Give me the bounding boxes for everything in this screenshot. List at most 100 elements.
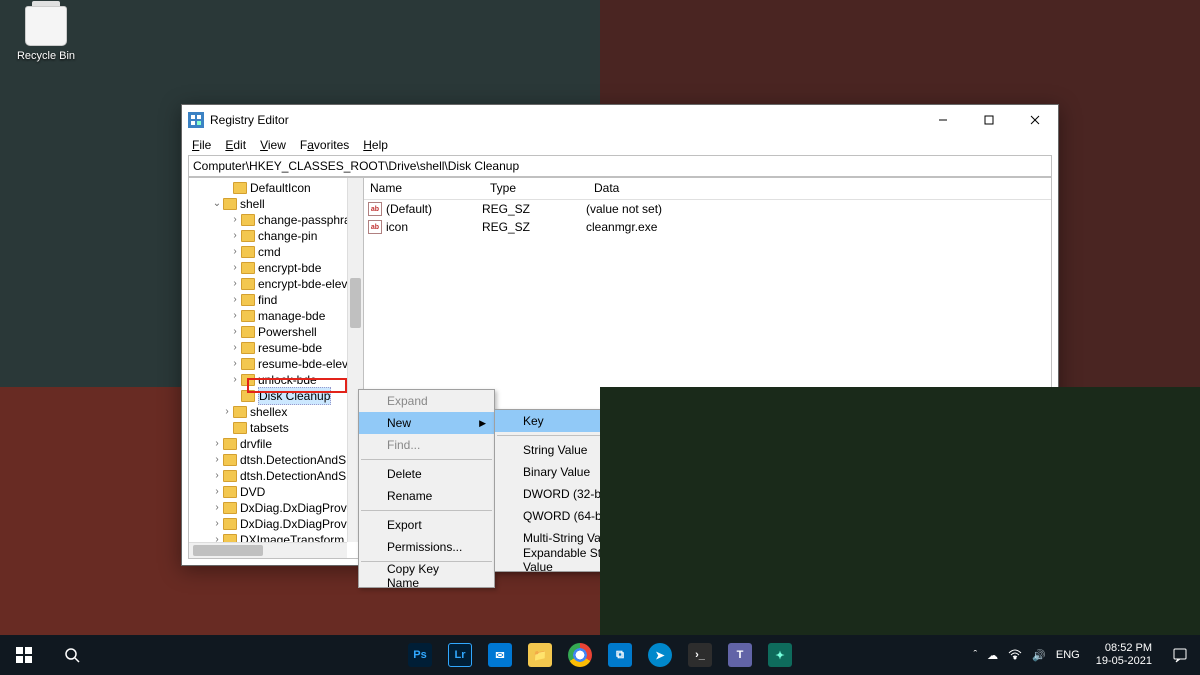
menu-item-label: Permissions... xyxy=(387,540,462,554)
tree-item[interactable]: ›DVD xyxy=(189,484,363,500)
tray-onedrive-icon[interactable]: ☁ xyxy=(987,649,998,662)
minimize-button[interactable] xyxy=(920,105,966,135)
taskbar-clock[interactable]: 08:52 PM 19-05-2021 xyxy=(1088,642,1160,668)
close-button[interactable] xyxy=(1012,105,1058,135)
expand-icon[interactable]: › xyxy=(229,356,241,372)
menu-item[interactable]: Rename xyxy=(359,485,494,507)
expand-icon[interactable]: › xyxy=(211,468,223,484)
expand-icon[interactable]: › xyxy=(229,324,241,340)
tree-item[interactable]: ›resume-bde xyxy=(189,340,363,356)
expand-icon[interactable]: › xyxy=(229,244,241,260)
tree-item[interactable]: ›manage-bde xyxy=(189,308,363,324)
menu-item[interactable]: New▶ xyxy=(359,412,494,434)
taskbar-app-photoshop[interactable]: Ps xyxy=(400,635,440,675)
scrollbar-thumb[interactable] xyxy=(350,278,361,328)
taskbar-app-telegram[interactable]: ➤ xyxy=(640,635,680,675)
expand-icon[interactable]: › xyxy=(229,228,241,244)
taskbar-app-explorer[interactable]: 📁 xyxy=(520,635,560,675)
tray-volume-icon[interactable]: 🔊 xyxy=(1032,649,1046,662)
tray-wifi-icon[interactable] xyxy=(1008,648,1022,663)
expand-icon[interactable]: › xyxy=(211,452,223,468)
expand-icon[interactable]: › xyxy=(221,404,233,420)
menu-item[interactable]: QWORD (64-bit) Value xyxy=(495,505,671,527)
tree-item[interactable]: ⌄shell xyxy=(189,196,363,212)
tree-item[interactable]: ›change-pin xyxy=(189,228,363,244)
tree-item[interactable]: ›shellex xyxy=(189,404,363,420)
tree-item[interactable]: › change-passphra xyxy=(189,212,363,228)
tree-item-label: DefaultIcon xyxy=(250,180,311,196)
expand-icon[interactable]: › xyxy=(229,372,241,388)
expand-icon[interactable]: › xyxy=(229,212,241,228)
tree-item[interactable]: tabsets xyxy=(189,420,363,436)
menu-file[interactable]: File xyxy=(186,136,217,154)
taskbar-app-generic[interactable]: ✦ xyxy=(760,635,800,675)
tree-item[interactable]: ›cmd xyxy=(189,244,363,260)
menu-favorites[interactable]: Favorites xyxy=(294,136,355,154)
tree-item[interactable]: ›DxDiag.DxDiagProvi xyxy=(189,500,363,516)
expand-icon[interactable]: › xyxy=(229,260,241,276)
expand-icon[interactable]: › xyxy=(229,292,241,308)
notifications-button[interactable] xyxy=(1160,635,1200,675)
menu-item[interactable]: Permissions... xyxy=(359,536,494,558)
tree-item[interactable]: ›Powershell xyxy=(189,324,363,340)
tree-item[interactable]: ›encrypt-bde xyxy=(189,260,363,276)
recycle-bin-icon[interactable]: Recycle Bin xyxy=(16,6,76,62)
tree-item[interactable]: ›resume-bde-elev xyxy=(189,356,363,372)
folder-icon xyxy=(241,310,255,322)
system-tray[interactable]: ˆ ☁ 🔊 ENG xyxy=(966,648,1088,663)
tray-chevron-icon[interactable]: ˆ xyxy=(974,649,978,661)
expand-icon[interactable]: › xyxy=(211,516,223,532)
menu-item[interactable]: Export xyxy=(359,514,494,536)
column-name[interactable]: Name xyxy=(364,178,484,199)
menu-item[interactable]: Copy Key Name xyxy=(359,565,494,587)
tree-item[interactable]: ›dtsh.DetectionAndS xyxy=(189,452,363,468)
menu-item[interactable]: DWORD (32-bit) Value xyxy=(495,483,671,505)
expand-icon[interactable]: › xyxy=(211,500,223,516)
expand-icon[interactable]: › xyxy=(211,484,223,500)
maximize-button[interactable] xyxy=(966,105,1012,135)
menu-item[interactable]: Binary Value xyxy=(495,461,671,483)
tree-item[interactable]: › dtsh.DetectionAndS xyxy=(189,468,363,484)
taskbar-app-mail[interactable]: ✉ xyxy=(480,635,520,675)
tree-item-label: dtsh.DetectionAndS xyxy=(240,468,346,484)
menu-view[interactable]: View xyxy=(254,136,292,154)
taskbar-app-terminal[interactable]: ›_ xyxy=(680,635,720,675)
search-button[interactable] xyxy=(48,635,96,675)
tree-item[interactable]: Disk Cleanup xyxy=(189,388,363,404)
address-bar[interactable]: Computer\HKEY_CLASSES_ROOT\Drive\shell\D… xyxy=(188,155,1052,177)
menu-item[interactable]: Delete xyxy=(359,463,494,485)
menu-separator xyxy=(497,435,669,436)
titlebar[interactable]: Registry Editor xyxy=(182,105,1058,135)
tree-item-label: change-passphra xyxy=(258,212,351,228)
tree-item[interactable]: ›find xyxy=(189,292,363,308)
value-row[interactable]: ab(Default)REG_SZ(value not set) xyxy=(364,200,1051,218)
tree-item[interactable]: ›unlock-bde xyxy=(189,372,363,388)
start-button[interactable] xyxy=(0,635,48,675)
tree-item[interactable]: ›encrypt-bde-elev xyxy=(189,276,363,292)
tree-item[interactable]: ›DxDiag.DxDiagProvi xyxy=(189,516,363,532)
expand-icon[interactable]: › xyxy=(229,276,241,292)
column-type[interactable]: Type xyxy=(484,178,588,199)
expand-icon[interactable]: › xyxy=(229,340,241,356)
taskbar-app-chrome[interactable] xyxy=(560,635,600,675)
taskbar-app-teams[interactable]: T xyxy=(720,635,760,675)
expand-icon[interactable]: › xyxy=(229,308,241,324)
tree-item[interactable]: ›drvfile xyxy=(189,436,363,452)
value-row[interactable]: abiconREG_SZcleanmgr.exe xyxy=(364,218,1051,236)
scrollbar-thumb[interactable] xyxy=(193,545,263,556)
taskbar-app-vscode[interactable]: ⧉ xyxy=(600,635,640,675)
menu-separator xyxy=(361,510,492,511)
menu-item[interactable]: String Value xyxy=(495,439,671,461)
menu-item[interactable]: Expandable String Value xyxy=(495,549,671,571)
tree-item[interactable]: DefaultIcon xyxy=(189,180,363,196)
tree-horizontal-scrollbar[interactable] xyxy=(189,542,347,558)
menu-edit[interactable]: Edit xyxy=(219,136,252,154)
expand-icon[interactable]: › xyxy=(211,436,223,452)
tray-language[interactable]: ENG xyxy=(1056,649,1080,661)
expand-icon[interactable]: ⌄ xyxy=(211,196,223,212)
taskbar-app-lightroom[interactable]: Lr xyxy=(440,635,480,675)
column-data[interactable]: Data xyxy=(588,178,1051,199)
menu-help[interactable]: Help xyxy=(357,136,394,154)
tree-pane[interactable]: DefaultIcon⌄shell›change-passphra›change… xyxy=(189,178,364,558)
menu-item[interactable]: Key xyxy=(495,410,671,432)
